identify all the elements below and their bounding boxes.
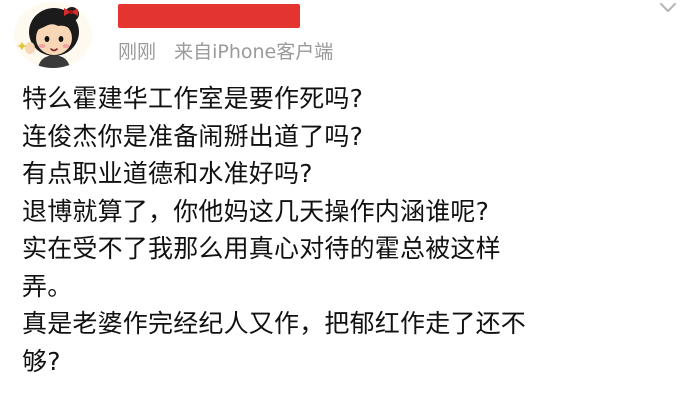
post-body: 特么霍建华工作室是要作死吗? 连俊杰你是准备闹掰出道了吗? 有点职业道德和水准好… [22,80,682,380]
post-line: 退博就算了，你他妈这几天操作内涵谁呢? [22,196,490,226]
avatar[interactable] [14,2,92,68]
post-line: 连俊杰你是准备闹掰出道了吗? [22,121,364,151]
post-time: 刚刚 [118,41,157,63]
chevron-down-icon[interactable] [657,0,679,18]
post-line: 特么霍建华工作室是要作死吗? [22,84,364,113]
post-line: 弄。 [22,271,73,301]
cartoon-girl-avatar-icon [14,2,92,68]
post-meta: 刚刚 来自iPhone客户端 [118,40,333,64]
username-redacted [118,4,300,28]
post-line: 真是老婆作完经纪人又作，把郁红作走了还不 [22,309,527,338]
post-header: 刚刚 来自iPhone客户端 [0,0,693,80]
post-line: 够? [22,346,61,376]
post-line: 实在受不了我那么用真心对待的霍总被这样 [22,234,501,263]
source-prefix: 来自 [174,41,213,63]
post-line: 有点职业道德和水准好吗? [22,159,313,188]
source-device[interactable]: iPhone客户端 [212,41,333,63]
